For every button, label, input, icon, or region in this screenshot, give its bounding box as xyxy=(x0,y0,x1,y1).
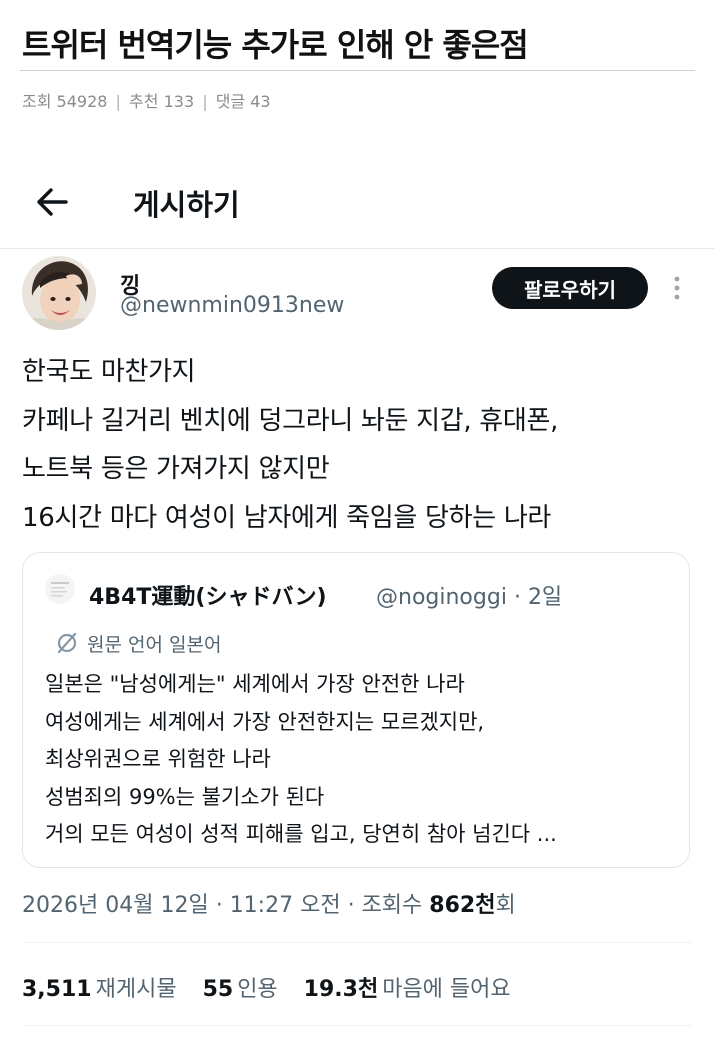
avatar-image xyxy=(22,256,96,330)
stats-divider xyxy=(22,1025,692,1026)
back-button[interactable] xyxy=(32,183,74,221)
meta-separator: | xyxy=(202,92,208,111)
views-count: 54928 xyxy=(56,92,108,111)
screen-title: 게시하기 xyxy=(133,188,240,222)
quoted-dot: · xyxy=(513,585,521,610)
translate-icon xyxy=(55,631,79,655)
quoted-line: 일본은 "남성에게는" 세계에서 가장 안전한 나라 xyxy=(45,672,465,696)
quotes-stat[interactable]: 55 인용 xyxy=(203,977,278,1002)
likes-stat[interactable]: 19.3천 마음에 들어요 xyxy=(304,977,511,1002)
quotes-label: 인용 xyxy=(237,977,278,1002)
user-handle[interactable]: @newnmin0913new xyxy=(120,293,344,318)
quoted-line: 거의 모든 여성이 성적 피해를 입고, 당연히 참아 넘긴다 ... xyxy=(45,822,557,846)
title-divider xyxy=(20,70,695,71)
quoted-handle-line: @noginoggi · 2일 xyxy=(376,579,562,611)
quoted-avatar xyxy=(45,574,75,604)
recommend-label: 추천 xyxy=(129,92,159,111)
quoted-line: 여성에게는 세계에서 가장 안전한지는 모르겠지만, xyxy=(45,709,485,734)
quoted-tweet-card[interactable]: 4B4T運動(シャドバン) @noginoggi · 2일 원문 언어 일본어 … xyxy=(22,552,690,868)
quoted-line: 성범죄의 99%는 불기소가 된다 xyxy=(45,784,325,809)
header-divider xyxy=(0,248,714,249)
views-count-label: 조회수 xyxy=(361,893,423,918)
quoted-handle: @noginoggi xyxy=(376,585,507,610)
quoted-age: 2일 xyxy=(527,585,563,610)
retweets-label: 재게시물 xyxy=(95,977,177,1002)
retweets-count: 3,511 xyxy=(22,977,92,1002)
post-meta: 조회 54928 | 추천 133 | 댓글 43 xyxy=(22,88,271,112)
follow-button[interactable]: 팔로우하기 xyxy=(492,267,648,309)
quoted-text: 일본은 "남성에게는" 세계에서 가장 안전한 나라 여성에게는 세계에서 가장… xyxy=(45,666,557,854)
retweets-stat[interactable]: 3,511 재게시물 xyxy=(22,977,177,1002)
views-count-value: 862천 xyxy=(429,893,496,918)
comments-label: 댓글 xyxy=(215,92,246,111)
quoted-line: 최상위권으로 위험한 나라 xyxy=(45,747,271,771)
views-label: 조회 xyxy=(22,92,52,111)
tweet-line: 노트북 등은 가져가지 않지만 xyxy=(22,454,330,484)
tweet-line: 한국도 마찬가지 xyxy=(22,357,196,387)
timestamp-dot: · xyxy=(215,893,223,918)
more-vertical-icon xyxy=(674,276,680,300)
timestamp-time[interactable]: 11:27 오전 xyxy=(230,893,341,918)
timestamp-divider xyxy=(22,942,692,943)
likes-label: 마음에 들어요 xyxy=(382,977,511,1002)
post-title: 트위터 번역기능 추가로 인해 안 좋은점 xyxy=(22,26,529,64)
tweet-timestamp: 2026년 04월 12일 · 11:27 오전 · 조회수 862천회 xyxy=(22,887,516,919)
timestamp-date[interactable]: 2026년 04월 12일 xyxy=(22,893,209,918)
translation-label[interactable]: 원문 언어 일본어 xyxy=(87,630,221,657)
more-button[interactable] xyxy=(666,274,688,302)
quoted-avatar-image xyxy=(51,582,69,597)
engagement-stats: 3,511 재게시물 55 인용 19.3천 마음에 들어요 xyxy=(22,971,530,1003)
avatar[interactable] xyxy=(22,256,96,330)
tweet-text: 한국도 마찬가지 카페나 길거리 벤치에 덩그라니 놔둔 지갑, 휴대폰, 노트… xyxy=(22,348,702,542)
quoted-display-name: 4B4T運動(シャドバン) xyxy=(89,585,327,610)
tweet-line: 16시간 마다 여성이 남자에게 죽임을 당하는 나라 xyxy=(22,502,552,533)
arrow-left-icon xyxy=(37,188,68,216)
quotes-count: 55 xyxy=(202,977,234,1002)
likes-count: 19.3천 xyxy=(303,977,379,1002)
recommend-count: 133 xyxy=(163,92,195,111)
comments-count: 43 xyxy=(250,92,271,111)
views-count-suffix: 회 xyxy=(495,893,516,918)
tweet-line: 카페나 길거리 벤치에 덩그라니 놔둔 지갑, 휴대폰, xyxy=(22,405,559,436)
timestamp-dot: · xyxy=(347,893,355,918)
meta-separator: | xyxy=(115,92,121,111)
